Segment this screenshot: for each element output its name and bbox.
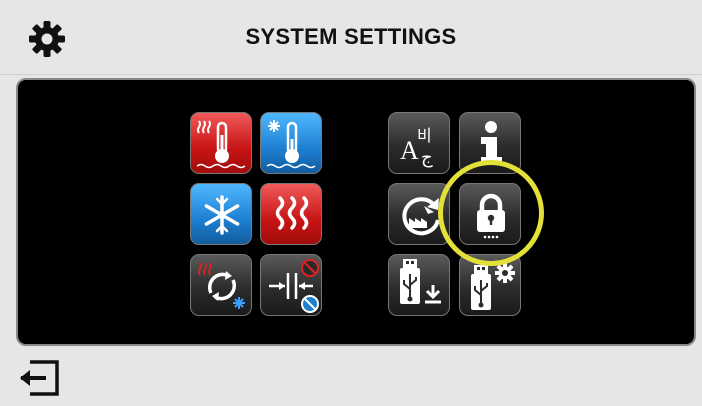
cooling-mode-button[interactable]	[190, 183, 252, 245]
deadband-button[interactable]	[260, 254, 322, 316]
cooling-temperature-button[interactable]	[260, 112, 322, 174]
heat-cool-cycle-icon	[198, 262, 245, 309]
usb-download-icon	[400, 259, 441, 304]
heating-temperature-button[interactable]	[190, 112, 252, 174]
language-icon: A 비 ج	[400, 126, 433, 168]
thermometer-snowflake-icon	[266, 120, 316, 169]
usb-download-button[interactable]	[388, 254, 450, 316]
snowflake-icon	[204, 195, 240, 235]
language-hangul-glyph: 비	[417, 126, 432, 145]
header-bar: SYSTEM SETTINGS	[0, 0, 702, 75]
settings-panel: A 비 ج	[16, 78, 696, 346]
language-arabic-glyph: ج	[421, 147, 433, 168]
heat-waves-icon	[275, 196, 309, 230]
lock-highlight-circle	[438, 160, 544, 266]
heating-mode-button[interactable]	[260, 183, 322, 245]
language-button[interactable]: A 비 ج	[388, 112, 450, 174]
deadband-icon	[269, 259, 319, 313]
page-title: SYSTEM SETTINGS	[245, 24, 457, 49]
exit-icon[interactable]	[18, 358, 60, 398]
footer-bar	[0, 350, 702, 406]
auto-changeover-button[interactable]	[190, 254, 252, 316]
thermometer-heat-icon	[196, 120, 246, 169]
